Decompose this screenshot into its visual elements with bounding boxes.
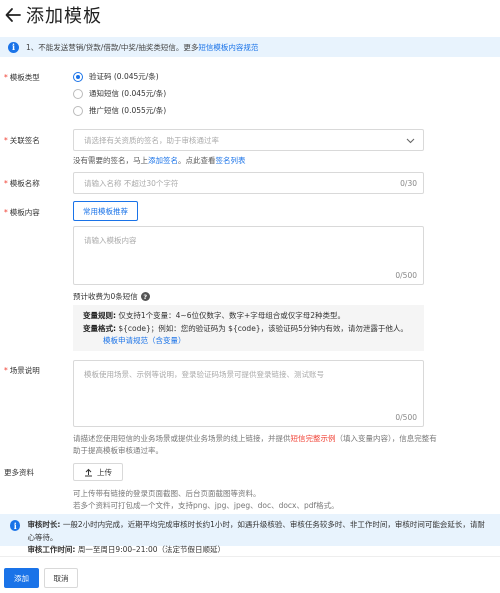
footer-divider [0,556,500,557]
var-format-line: 变量格式: ${code}；例如：您的验证码为 ${code}，该验证码5分钟内… [83,323,408,333]
type-label: * 模板类型 [4,73,40,82]
question-icon[interactable]: ? [140,292,150,301]
template-name-input[interactable]: 请输入名称 不超过30个字符 0/30 [73,172,424,194]
info-icon: i [8,41,19,53]
more-hint-line2: 若多个资料可打包成一个文件，支持png、jpg、jpeg、doc、docx、pd… [73,501,339,510]
upload-icon [85,468,92,476]
info-icon: i [10,520,21,531]
radio-checked-icon [73,71,83,82]
back-arrow-icon[interactable] [4,6,22,24]
scene-label: * 场景说明 [4,366,40,375]
content-rules-link[interactable]: 短信模板内容规范 [198,43,258,52]
signature-label: * 关联签名 [4,136,40,145]
audit-info-bar: i 审核时长: 一般2小时内完成，近期平均完成审核时长约1小时，如遇升级核验、审… [0,514,500,554]
radio-label: 验证码 (0.045元/条) [89,72,159,81]
submit-button[interactable]: 添加 [4,568,39,588]
scene-placeholder: 模板使用场景、示例等说明，登录验证码场景可提供登录链接、测试账号 [84,370,324,379]
cancel-button[interactable]: 取消 [44,568,78,588]
page-header: 添加模板 [4,2,102,28]
upload-button[interactable]: 上传 [73,463,123,481]
radio-label: 推广短信 (0.055元/条) [89,106,167,115]
variable-rules-box: 变量规则: 仅支持1个变量：4~6位仅数字、数字+字母组合或仅字母2种类型。 变… [73,305,424,351]
radio-unchecked-icon [73,88,83,99]
notice-bar: i 1、不能发送营销/贷款/借款/中奖/抽奖类短信。更多短信模板内容规范 [0,37,500,57]
page-title: 添加模板 [26,6,102,27]
radio-notification[interactable]: 通知短信 (0.045元/条) [73,88,166,99]
recommend-template-button[interactable]: 常用模板推荐 [73,201,138,221]
content-placeholder: 请输入模板内容 [84,236,137,245]
signature-helper: 没有需要的签名，马上添加签名。点此查看签名列表 [73,156,246,165]
add-signature-link[interactable]: 添加签名 [148,156,178,165]
var-rule-line: 变量规则: 仅支持1个变量：4~6位仅数字、数字+字母组合或仅字母2种类型。 [83,311,346,320]
signature-list-link[interactable]: 签名列表 [216,156,246,165]
full-example-link[interactable]: 短信完整示例 [291,434,336,443]
radio-unchecked-icon [73,105,83,116]
template-rules-link[interactable]: 模板申请规范（含变量） [103,336,186,345]
radio-label: 通知短信 (0.045元/条) [89,89,167,98]
content-counter: 0/500 [395,271,417,280]
scene-textarea[interactable]: 模板使用场景、示例等说明，登录验证码场景可提供登录链接、测试账号 0/500 [73,360,424,427]
name-label: * 模板名称 [4,179,40,188]
notice-text: 1、不能发送营销/贷款/借款/中奖/抽奖类短信。更多短信模板内容规范 [26,42,258,53]
audit-hours: 审核工作时间: 周一至周日9:00–21:00（法定节假日顺延） [27,545,226,554]
upload-label: 上传 [97,467,112,477]
radio-promotion[interactable]: 推广短信 (0.055元/条) [73,105,166,116]
content-label: * 模板内容 [4,208,40,217]
signature-placeholder: 请选择有关资质的签名，助于审核通过率 [84,135,219,145]
scene-counter: 0/500 [395,413,417,422]
more-hint-line1: 可上传带有链接的登录页面截图、后台页面截图等资料。 [73,489,261,498]
scene-hint: 请描述您使用短信的业务场景或提供业务场景的线上链接，并提供短信完整示例（填入变量… [73,434,437,455]
audit-duration: 审核时长: 一般2小时内完成，近期平均完成审核时长约1小时，如遇升级核验、审核任… [27,520,485,542]
name-counter: 0/30 [400,178,417,188]
notice-message: 1、不能发送营销/贷款/借款/中奖/抽奖类短信。更多 [26,42,199,52]
template-content-textarea[interactable]: 请输入模板内容 0/500 [73,226,424,285]
more-label: 更多资料 [4,468,34,477]
more-hint: 可上传带有链接的登录页面截图、后台页面截图等资料。 若多个资料可打包成一个文件，… [73,488,443,512]
radio-verification-code[interactable]: 验证码 (0.045元/条) [73,71,159,82]
signature-select[interactable]: 请选择有关资质的签名，助于审核通过率 [73,129,424,151]
name-placeholder: 请输入名称 不超过30个字符 [84,178,179,188]
charge-estimate: 预计收费为0条短信 ? [73,291,150,302]
chevron-down-icon [406,138,415,144]
